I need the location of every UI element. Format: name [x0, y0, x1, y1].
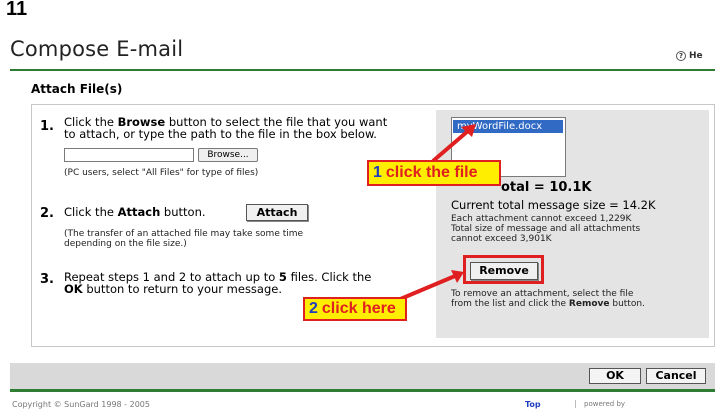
powered-by-text: powered by [584, 400, 626, 408]
copyright-text: Copyright © SunGard 1998 - 2005 [12, 400, 150, 409]
callout-click-here: 2 click here [303, 297, 407, 321]
cancel-button[interactable]: Cancel [646, 368, 706, 384]
callout-click-file: 1 click the file [367, 160, 501, 186]
callout-2-number: 2 [309, 300, 318, 317]
callout-1-number: 1 [373, 164, 382, 181]
footer-separator [575, 400, 576, 408]
top-link[interactable]: Top [525, 400, 541, 409]
annotation-arrows [397, 124, 476, 302]
callout-1-text: click the file [385, 164, 478, 181]
ok-button[interactable]: OK [589, 368, 641, 384]
footer-divider [10, 389, 715, 392]
callout-2-text: click here [321, 300, 396, 317]
arrow-1-line [431, 129, 470, 163]
